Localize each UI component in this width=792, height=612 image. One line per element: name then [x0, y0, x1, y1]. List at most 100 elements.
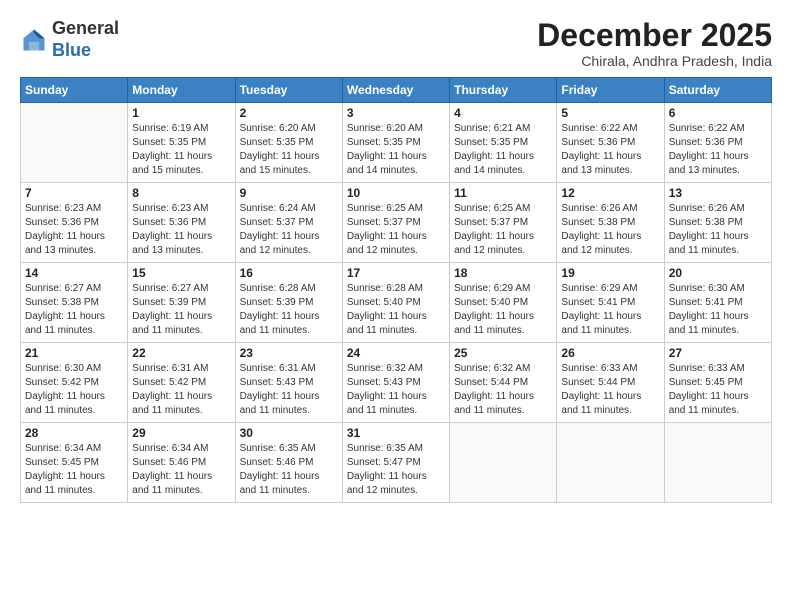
- day-number: 20: [669, 266, 767, 280]
- day-info: Sunrise: 6:30 AM Sunset: 5:41 PM Dayligh…: [669, 282, 767, 338]
- logo-icon: [20, 26, 48, 54]
- table-row: [450, 423, 557, 503]
- day-number: 13: [669, 186, 767, 200]
- day-number: 28: [25, 426, 123, 440]
- day-info: Sunrise: 6:31 AM Sunset: 5:42 PM Dayligh…: [132, 362, 230, 418]
- calendar-week-4: 28Sunrise: 6:34 AM Sunset: 5:45 PM Dayli…: [21, 423, 772, 503]
- day-info: Sunrise: 6:29 AM Sunset: 5:41 PM Dayligh…: [561, 282, 659, 338]
- logo: General Blue: [20, 18, 119, 61]
- day-number: 22: [132, 346, 230, 360]
- day-info: Sunrise: 6:22 AM Sunset: 5:36 PM Dayligh…: [669, 122, 767, 178]
- day-number: 18: [454, 266, 552, 280]
- table-row: 23 Sunrise: 6:31 AM Sunset: 5:43 PM Dayli…: [235, 343, 342, 423]
- table-row: 6Sunrise: 6:22 AM Sunset: 5:36 PM Daylig…: [664, 103, 771, 183]
- table-row: 13Sunrise: 6:26 AM Sunset: 5:38 PM Dayli…: [664, 183, 771, 263]
- day-info: Sunrise: 6:27 AM Sunset: 5:39 PM Dayligh…: [132, 282, 230, 338]
- day-info: Sunrise: 6:20 AM Sunset: 5:35 PM Dayligh…: [347, 122, 445, 178]
- day-number: 23: [240, 346, 338, 360]
- calendar-table: Sunday Monday Tuesday Wednesday Thursday…: [20, 77, 772, 503]
- day-number: 25: [454, 346, 552, 360]
- logo-blue-text: Blue: [52, 40, 91, 60]
- day-number: 3: [347, 106, 445, 120]
- day-info: Sunrise: 6:31 AM Sunset: 5:43 PM Dayligh…: [240, 362, 338, 418]
- table-row: 27Sunrise: 6:33 AM Sunset: 5:45 PM Dayli…: [664, 343, 771, 423]
- table-row: 30 Sunrise: 6:35 AM Sunset: 5:46 PM Dayli…: [235, 423, 342, 503]
- day-info: Sunrise: 6:33 AM Sunset: 5:44 PM Dayligh…: [561, 362, 659, 418]
- table-row: 21 Sunrise: 6:30 AM Sunset: 5:42 PM Dayli…: [21, 343, 128, 423]
- header-wednesday: Wednesday: [342, 78, 449, 103]
- day-number: 19: [561, 266, 659, 280]
- day-number: 17: [347, 266, 445, 280]
- table-row: [664, 423, 771, 503]
- header-tuesday: Tuesday: [235, 78, 342, 103]
- calendar-week-2: 14 Sunrise: 6:27 AM Sunset: 5:38 PM Dayli…: [21, 263, 772, 343]
- page: General Blue December 2025 Chirala, Andh…: [0, 0, 792, 612]
- day-number: 5: [561, 106, 659, 120]
- table-row: 26 Sunrise: 6:33 AM Sunset: 5:44 PM Dayli…: [557, 343, 664, 423]
- day-number: 21: [25, 346, 123, 360]
- day-number: 9: [240, 186, 338, 200]
- day-info: Sunrise: 6:28 AM Sunset: 5:40 PM Dayligh…: [347, 282, 445, 338]
- day-info: Sunrise: 6:25 AM Sunset: 5:37 PM Dayligh…: [347, 202, 445, 258]
- day-number: 8: [132, 186, 230, 200]
- day-number: 16: [240, 266, 338, 280]
- day-info: Sunrise: 6:23 AM Sunset: 5:36 PM Dayligh…: [25, 202, 123, 258]
- day-info: Sunrise: 6:26 AM Sunset: 5:38 PM Dayligh…: [561, 202, 659, 258]
- table-row: 11 Sunrise: 6:25 AM Sunset: 5:37 PM Dayli…: [450, 183, 557, 263]
- table-row: 14 Sunrise: 6:27 AM Sunset: 5:38 PM Dayli…: [21, 263, 128, 343]
- table-row: [557, 423, 664, 503]
- location: Chirala, Andhra Pradesh, India: [537, 53, 772, 69]
- day-number: 1: [132, 106, 230, 120]
- table-row: 20 Sunrise: 6:30 AM Sunset: 5:41 PM Dayli…: [664, 263, 771, 343]
- day-info: Sunrise: 6:22 AM Sunset: 5:36 PM Dayligh…: [561, 122, 659, 178]
- month-title: December 2025: [537, 18, 772, 53]
- title-block: December 2025 Chirala, Andhra Pradesh, I…: [537, 18, 772, 69]
- table-row: 28Sunrise: 6:34 AM Sunset: 5:45 PM Dayli…: [21, 423, 128, 503]
- logo-general-text: General: [52, 18, 119, 38]
- day-info: Sunrise: 6:20 AM Sunset: 5:35 PM Dayligh…: [240, 122, 338, 178]
- header-sunday: Sunday: [21, 78, 128, 103]
- header-friday: Friday: [557, 78, 664, 103]
- day-number: 7: [25, 186, 123, 200]
- day-number: 24: [347, 346, 445, 360]
- day-number: 10: [347, 186, 445, 200]
- table-row: 25 Sunrise: 6:32 AM Sunset: 5:44 PM Dayli…: [450, 343, 557, 423]
- table-row: 16 Sunrise: 6:28 AM Sunset: 5:39 PM Dayli…: [235, 263, 342, 343]
- header-monday: Monday: [128, 78, 235, 103]
- day-info: Sunrise: 6:21 AM Sunset: 5:35 PM Dayligh…: [454, 122, 552, 178]
- header: General Blue December 2025 Chirala, Andh…: [20, 18, 772, 69]
- day-info: Sunrise: 6:27 AM Sunset: 5:38 PM Dayligh…: [25, 282, 123, 338]
- day-info: Sunrise: 6:35 AM Sunset: 5:46 PM Dayligh…: [240, 442, 338, 498]
- day-number: 4: [454, 106, 552, 120]
- table-row: 12 Sunrise: 6:26 AM Sunset: 5:38 PM Dayli…: [557, 183, 664, 263]
- day-info: Sunrise: 6:35 AM Sunset: 5:47 PM Dayligh…: [347, 442, 445, 498]
- table-row: 17 Sunrise: 6:28 AM Sunset: 5:40 PM Dayli…: [342, 263, 449, 343]
- day-number: 26: [561, 346, 659, 360]
- calendar-week-0: 1 Sunrise: 6:19 AM Sunset: 5:35 PM Daylig…: [21, 103, 772, 183]
- table-row: 18 Sunrise: 6:29 AM Sunset: 5:40 PM Dayli…: [450, 263, 557, 343]
- table-row: 8 Sunrise: 6:23 AM Sunset: 5:36 PM Daylig…: [128, 183, 235, 263]
- day-info: Sunrise: 6:29 AM Sunset: 5:40 PM Dayligh…: [454, 282, 552, 338]
- day-number: 31: [347, 426, 445, 440]
- header-saturday: Saturday: [664, 78, 771, 103]
- day-info: Sunrise: 6:19 AM Sunset: 5:35 PM Dayligh…: [132, 122, 230, 178]
- table-row: [21, 103, 128, 183]
- table-row: 5 Sunrise: 6:22 AM Sunset: 5:36 PM Daylig…: [557, 103, 664, 183]
- day-number: 30: [240, 426, 338, 440]
- day-info: Sunrise: 6:30 AM Sunset: 5:42 PM Dayligh…: [25, 362, 123, 418]
- table-row: 1 Sunrise: 6:19 AM Sunset: 5:35 PM Daylig…: [128, 103, 235, 183]
- day-info: Sunrise: 6:23 AM Sunset: 5:36 PM Dayligh…: [132, 202, 230, 258]
- table-row: 24Sunrise: 6:32 AM Sunset: 5:43 PM Dayli…: [342, 343, 449, 423]
- table-row: 4 Sunrise: 6:21 AM Sunset: 5:35 PM Daylig…: [450, 103, 557, 183]
- table-row: 19 Sunrise: 6:29 AM Sunset: 5:41 PM Dayli…: [557, 263, 664, 343]
- day-info: Sunrise: 6:32 AM Sunset: 5:44 PM Dayligh…: [454, 362, 552, 418]
- weekday-header-row: Sunday Monday Tuesday Wednesday Thursday…: [21, 78, 772, 103]
- day-number: 14: [25, 266, 123, 280]
- day-number: 11: [454, 186, 552, 200]
- table-row: 9Sunrise: 6:24 AM Sunset: 5:37 PM Daylig…: [235, 183, 342, 263]
- day-number: 27: [669, 346, 767, 360]
- table-row: 31 Sunrise: 6:35 AM Sunset: 5:47 PM Dayli…: [342, 423, 449, 503]
- day-number: 12: [561, 186, 659, 200]
- day-info: Sunrise: 6:25 AM Sunset: 5:37 PM Dayligh…: [454, 202, 552, 258]
- day-info: Sunrise: 6:28 AM Sunset: 5:39 PM Dayligh…: [240, 282, 338, 338]
